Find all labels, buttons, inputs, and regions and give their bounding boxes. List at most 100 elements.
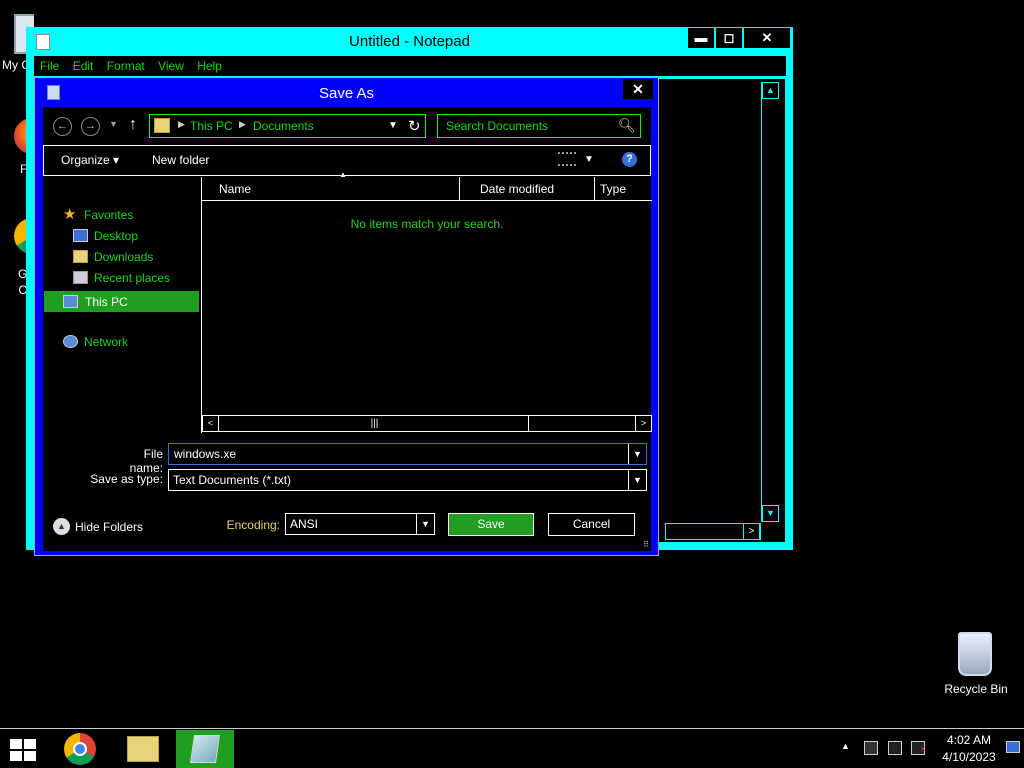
downloads-icon <box>73 250 88 263</box>
resize-grip-icon[interactable]: ⠿ <box>643 540 649 549</box>
chevron-down-icon[interactable]: ▼ <box>416 514 434 534</box>
show-desktop-icon[interactable] <box>1006 741 1020 753</box>
desktop-icon-recycle-bin[interactable]: Recycle Bin <box>940 630 1010 700</box>
recent-locations-chevron-icon[interactable]: ▼ <box>109 119 118 129</box>
save-as-type-select[interactable]: Text Documents (*.txt) ▼ <box>168 469 647 491</box>
breadcrumb-separator-icon[interactable]: ▶ <box>239 119 246 130</box>
collapse-icon: ▲ <box>53 518 70 535</box>
nav-item-label: Favorites <box>84 208 134 222</box>
star-icon: ★ <box>63 206 77 223</box>
cancel-button[interactable]: Cancel <box>548 513 635 536</box>
scroll-down-icon[interactable]: ▼ <box>762 505 779 522</box>
menu-file[interactable]: File <box>40 56 59 76</box>
dialog-title: Save As <box>318 85 375 102</box>
sort-arrow-icon: ▲ <box>339 170 347 179</box>
file-list-header: Name Date modified Type ▲ <box>202 170 652 201</box>
horizontal-scrollbar[interactable]: < ||| > <box>202 415 652 432</box>
window-title: Untitled - Notepad <box>349 33 470 50</box>
scroll-right-icon[interactable]: > <box>743 523 760 540</box>
save-button[interactable]: Save <box>448 513 534 536</box>
file-list[interactable]: Name Date modified Type ▲ No items match… <box>201 170 652 433</box>
empty-message: No items match your search. <box>350 217 504 231</box>
nav-item-label: Desktop <box>94 229 139 243</box>
save-as-type-value: Text Documents (*.txt) <box>173 473 292 487</box>
menu-edit[interactable]: Edit <box>73 56 94 76</box>
file-name-label: File name: <box>129 447 163 475</box>
desktop-icon <box>73 229 88 242</box>
nav-item-this-pc[interactable]: This PC <box>44 291 199 312</box>
save-as-dialog: Save As ✕ ← → ▼ ↑ ▶ This PC ▶ Documents … <box>34 77 659 556</box>
chevron-down-icon[interactable]: ▼ <box>628 470 646 490</box>
menu-bar: File Edit Format View Help <box>34 56 786 76</box>
file-name-combobox: ▼ <box>168 443 647 465</box>
recent-places-icon <box>73 271 88 284</box>
recycle-bin-icon <box>958 632 992 676</box>
dialog-close-button[interactable]: ✕ <box>623 79 653 99</box>
address-dropdown-icon[interactable]: ▼ <box>388 120 398 131</box>
horizontal-scrollbar[interactable]: > <box>665 523 761 540</box>
nav-item-recent-places[interactable]: Recent places <box>43 268 199 288</box>
computer-icon <box>63 295 78 308</box>
desktop-icon-label: Recycle Bin <box>944 682 1008 696</box>
search-input[interactable] <box>438 115 614 137</box>
nav-item-label: This PC <box>85 295 128 309</box>
encoding-value: ANSI <box>290 517 319 531</box>
column-name[interactable]: Name <box>202 177 460 201</box>
menu-view[interactable]: View <box>158 56 184 76</box>
taskbar-chrome[interactable] <box>50 730 108 768</box>
nav-item-desktop[interactable]: Desktop <box>43 226 199 246</box>
file-explorer-icon <box>127 736 159 762</box>
breadcrumb-documents[interactable]: Documents <box>253 119 314 133</box>
scroll-thumb[interactable]: ||| <box>221 416 529 431</box>
scroll-left-icon[interactable]: < <box>203 416 219 431</box>
close-button[interactable]: ✕ <box>744 28 790 48</box>
new-folder-button[interactable]: New folder <box>152 153 209 167</box>
breadcrumb-separator-icon[interactable]: ▶ <box>178 119 185 130</box>
chrome-icon <box>64 733 96 765</box>
column-type[interactable]: Type <box>595 177 652 201</box>
nav-item-favorites[interactable]: ★ Favorites <box>43 205 199 225</box>
scroll-up-icon[interactable]: ▲ <box>762 82 779 99</box>
help-icon[interactable]: ? <box>622 152 637 167</box>
scroll-right-icon[interactable]: > <box>635 416 651 431</box>
toolbar: Organize ▾ New folder ▼ ? <box>43 145 651 176</box>
taskbar-file-explorer[interactable] <box>113 730 171 768</box>
show-hidden-icons-icon[interactable]: ▲ <box>841 741 850 751</box>
network-icon[interactable] <box>888 741 902 755</box>
menu-help[interactable]: Help <box>197 56 222 76</box>
minimize-button[interactable]: ▬ <box>688 28 714 48</box>
folder-icon <box>154 118 170 133</box>
volume-muted-icon[interactable] <box>911 741 926 755</box>
nav-item-downloads[interactable]: Downloads <box>43 247 199 267</box>
clock-date[interactable]: 4/10/2023 <box>936 750 1002 764</box>
menu-format[interactable]: Format <box>107 56 145 76</box>
taskbar-notepad[interactable] <box>176 730 234 768</box>
start-button[interactable] <box>10 739 38 761</box>
nav-item-network[interactable]: Network <box>43 332 199 352</box>
search-icon[interactable]: 🔍︎ <box>618 117 636 134</box>
forward-arrow-icon[interactable]: → <box>81 117 100 136</box>
address-bar[interactable]: ▶ This PC ▶ Documents ▼ ↻ <box>149 114 426 138</box>
maximize-button[interactable]: ◻ <box>716 28 742 48</box>
encoding-select[interactable]: ANSI ▼ <box>285 513 435 535</box>
clock-time[interactable]: 4:02 AM <box>936 733 1002 747</box>
view-options-icon[interactable] <box>558 152 576 166</box>
vertical-scrollbar[interactable]: ▲ ▼ <box>761 82 779 522</box>
search-box: 🔍︎ <box>437 114 641 138</box>
taskbar: ▲ 4:02 AM 4/10/2023 <box>0 728 1024 768</box>
view-dropdown-icon[interactable]: ▼ <box>584 154 594 165</box>
dialog-body: ← → ▼ ↑ ▶ This PC ▶ Documents ▼ ↻ 🔍︎ Org… <box>43 107 652 551</box>
nav-item-label: Recent places <box>94 271 171 285</box>
back-arrow-icon[interactable]: ← <box>53 117 72 136</box>
column-date-modified[interactable]: Date modified <box>460 177 595 201</box>
nav-item-label: Downloads <box>94 250 154 264</box>
action-center-flag-icon[interactable] <box>864 741 878 755</box>
notepad-icon <box>190 735 220 763</box>
encoding-label: Encoding: <box>226 518 280 532</box>
chevron-down-icon[interactable]: ▼ <box>628 444 646 464</box>
breadcrumb-this-pc[interactable]: This PC <box>190 119 233 133</box>
up-arrow-icon[interactable]: ↑ <box>129 116 137 134</box>
organize-button[interactable]: Organize ▾ <box>61 153 119 167</box>
file-name-input[interactable] <box>169 444 629 464</box>
refresh-icon[interactable]: ↻ <box>408 117 421 135</box>
